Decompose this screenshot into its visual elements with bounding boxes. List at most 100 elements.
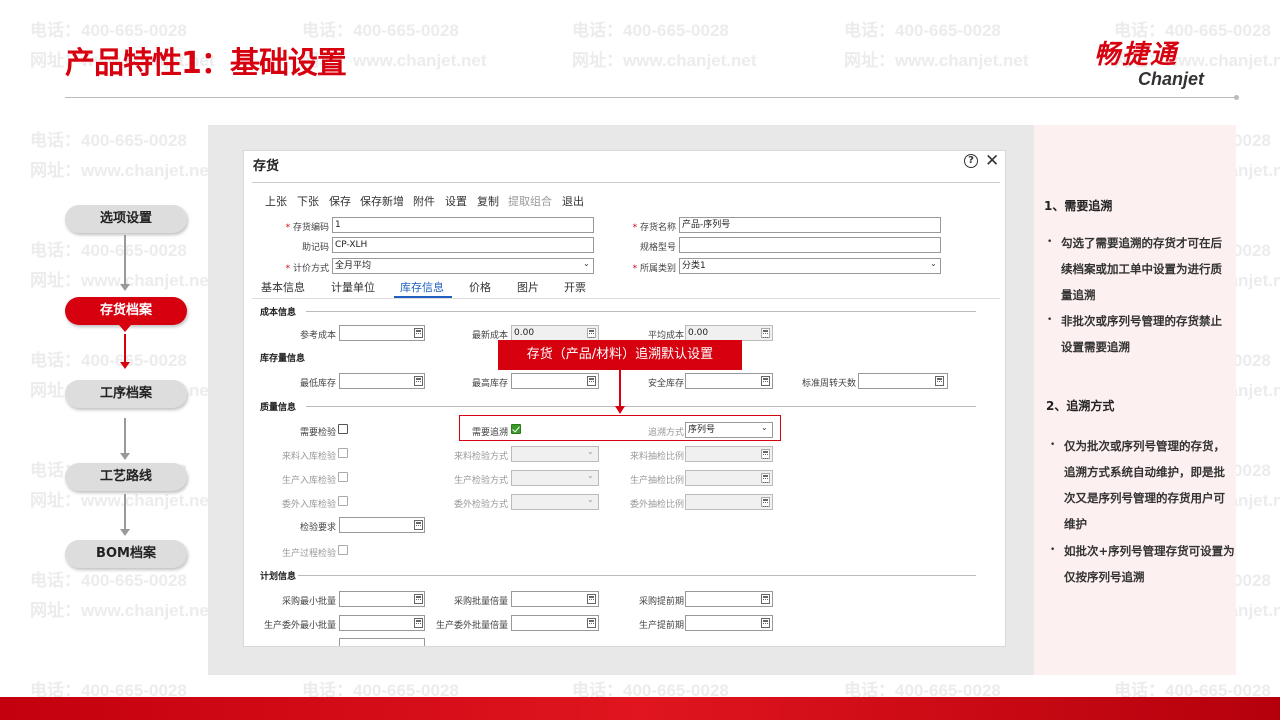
- need-check-checkbox[interactable]: [338, 424, 348, 434]
- window-title: 存货: [253, 159, 280, 174]
- flow-step-options: 选项设置: [65, 205, 187, 233]
- production-ratio-label: 生产抽检比例: [629, 476, 684, 486]
- calculator-icon[interactable]: [414, 618, 423, 628]
- production-check-checkbox[interactable]: [338, 472, 348, 482]
- max-stock-input[interactable]: [511, 373, 599, 389]
- name-input[interactable]: 产品-序列号: [679, 217, 941, 233]
- chevron-down-icon: ⌄: [587, 471, 594, 480]
- watermark-text: 电话：400-665-0028 网址：www.chanjet.net: [844, 16, 1084, 76]
- calculator-icon: [761, 473, 770, 483]
- tab-stock[interactable]: 库存信息: [400, 279, 444, 295]
- flow-arrow: [120, 453, 130, 460]
- flow-arrow: [120, 529, 130, 536]
- ref-cost-input[interactable]: [339, 325, 425, 341]
- watermark-phone: 电话：400-665-0028: [844, 21, 1001, 40]
- callout-label: 存货（产品/材料）追溯默认设置: [498, 340, 742, 370]
- section-quality: 质量信息: [260, 403, 297, 413]
- note-bullet-3: 仅为批次或序列号管理的存货，追溯方式系统自动维护，即是批次又是序列号管理的存货用…: [1064, 439, 1225, 531]
- exit-button[interactable]: 退出: [562, 193, 584, 209]
- incoming-ratio-label: 来料抽检比例: [629, 452, 684, 462]
- calculator-icon[interactable]: [587, 618, 596, 628]
- calculator-icon[interactable]: [935, 376, 944, 386]
- max-stock-label: 最高库存: [471, 379, 508, 389]
- outsource-multiple-input[interactable]: [511, 615, 599, 631]
- calculator-icon[interactable]: [761, 618, 770, 628]
- pricing-label: * 计价方式: [285, 264, 329, 274]
- attachment-button[interactable]: 附件: [413, 193, 435, 209]
- note-bullet-2: 非批次或序列号管理的存货禁止设置需要追溯: [1061, 314, 1222, 354]
- section-divider: [298, 575, 976, 576]
- divider-dot: [1234, 95, 1239, 100]
- extract-combo-button[interactable]: 提取组合: [508, 193, 552, 209]
- tab-divider: [252, 298, 1000, 299]
- tab-units[interactable]: 计量单位: [331, 279, 375, 295]
- logo-cn: 畅捷通: [1094, 40, 1179, 70]
- code-input[interactable]: 1: [332, 217, 594, 233]
- calculator-icon[interactable]: [414, 594, 423, 604]
- outsource-multiple-label: 生产委外批量倍量: [435, 621, 508, 631]
- turnover-label: 标准周转天数: [801, 379, 856, 389]
- process-check-label: 生产过程检验: [281, 549, 336, 559]
- bullet-icon: •: [1047, 315, 1053, 325]
- bullet-icon: •: [1050, 545, 1056, 555]
- outsource-method-select: [511, 494, 599, 510]
- callout-line: [619, 370, 621, 408]
- flow-arrow: [120, 284, 130, 291]
- purchase-lead-input[interactable]: [685, 591, 773, 607]
- category-select[interactable]: 分类1: [679, 258, 941, 274]
- toolbar-divider: [252, 182, 1000, 183]
- avg-cost-input: 0.00: [685, 325, 773, 341]
- section-plan: 计划信息: [260, 572, 297, 582]
- section-stock: 库存量信息: [260, 354, 306, 364]
- settings-button[interactable]: 设置: [445, 193, 467, 209]
- tab-basic[interactable]: 基本信息: [261, 279, 305, 295]
- flow-connector: [124, 235, 126, 285]
- flow-step-bom: BOM档案: [65, 540, 187, 568]
- check-req-input[interactable]: [339, 517, 425, 533]
- next-button[interactable]: 下张: [297, 193, 319, 209]
- pricing-select[interactable]: 全月平均: [332, 258, 594, 274]
- outsource-method-label: 委外检验方式: [453, 500, 508, 510]
- calculator-icon: [761, 497, 770, 507]
- flow-arrow-active: [120, 362, 130, 369]
- save-button[interactable]: 保存: [329, 193, 351, 209]
- note-heading-1: 1、需要追溯: [1044, 199, 1113, 213]
- calculator-icon[interactable]: [414, 328, 423, 338]
- next-row-input[interactable]: [339, 638, 425, 646]
- close-icon[interactable]: ✕: [985, 151, 999, 171]
- calculator-icon[interactable]: [587, 376, 596, 386]
- lookup-icon[interactable]: [414, 520, 423, 530]
- purchase-min-input[interactable]: [339, 591, 425, 607]
- chevron-down-icon: ⌄: [587, 447, 594, 456]
- watermark-url: 网址：www.chanjet.net: [572, 51, 757, 70]
- page-title: 产品特性1：基础设置: [65, 46, 347, 81]
- spec-input[interactable]: [679, 237, 941, 253]
- calculator-icon[interactable]: [414, 376, 423, 386]
- prev-button[interactable]: 上张: [265, 193, 287, 209]
- highlight-box: [459, 415, 781, 441]
- outsource-check-checkbox[interactable]: [338, 496, 348, 506]
- outsource-min-label: 生产委外最小批量: [263, 621, 336, 631]
- copy-button[interactable]: 复制: [477, 193, 499, 209]
- mnemonic-input[interactable]: CP-XLH: [332, 237, 594, 253]
- production-lead-input[interactable]: [685, 615, 773, 631]
- check-req-label: 检验要求: [299, 523, 336, 533]
- latest-cost-input: 0.00: [511, 325, 599, 341]
- save-new-button[interactable]: 保存新增: [360, 193, 404, 209]
- calculator-icon[interactable]: [761, 376, 770, 386]
- brand-logo: 畅捷通 Chanjet: [1094, 40, 1204, 88]
- tab-invoice[interactable]: 开票: [564, 279, 586, 295]
- tab-images[interactable]: 图片: [517, 279, 539, 295]
- outsource-min-input[interactable]: [339, 615, 425, 631]
- purchase-multiple-input[interactable]: [511, 591, 599, 607]
- safe-stock-input[interactable]: [685, 373, 773, 389]
- help-icon[interactable]: ?: [964, 154, 978, 168]
- process-check-checkbox[interactable]: [338, 545, 348, 555]
- tab-price[interactable]: 价格: [469, 279, 491, 295]
- incoming-check-checkbox[interactable]: [338, 448, 348, 458]
- incoming-method-select: [511, 446, 599, 462]
- min-stock-input[interactable]: [339, 373, 425, 389]
- calculator-icon[interactable]: [761, 594, 770, 604]
- footer-bar: [0, 697, 1280, 720]
- calculator-icon[interactable]: [587, 594, 596, 604]
